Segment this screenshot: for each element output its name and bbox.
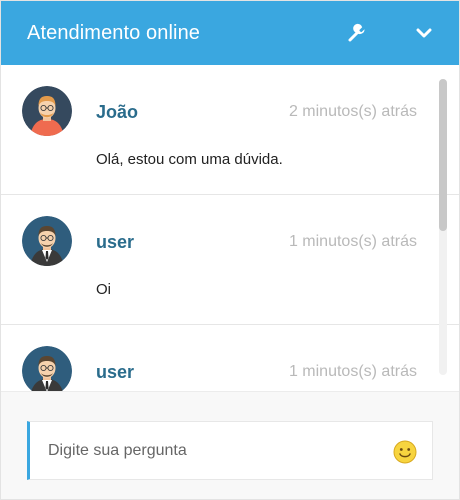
message-sender: user bbox=[96, 232, 135, 252]
message-sender: João bbox=[96, 102, 139, 122]
scrollbar-thumb[interactable] bbox=[439, 79, 447, 231]
composer-box bbox=[27, 421, 433, 480]
composer-area bbox=[1, 391, 459, 499]
avatar bbox=[22, 86, 72, 136]
smiley-icon bbox=[393, 440, 417, 464]
question-input[interactable] bbox=[48, 422, 378, 479]
collapse-button[interactable] bbox=[411, 20, 437, 46]
chat-header: Atendimento online bbox=[1, 1, 459, 65]
message-text: Oi bbox=[96, 281, 111, 298]
message-text: Olá, estou com uma dúvida. bbox=[96, 151, 283, 168]
message-scrollbar[interactable] bbox=[439, 79, 447, 375]
message-time: 1 minutos(s) atrás bbox=[288, 363, 417, 380]
avatar bbox=[22, 216, 72, 266]
avatar bbox=[22, 346, 72, 391]
message-item: João 2 minutos(s) atrás Olá, estou com u… bbox=[1, 65, 459, 195]
message-sender: user bbox=[96, 362, 135, 382]
avatar-suit-icon bbox=[22, 346, 72, 391]
message-time: 1 minutos(s) atrás bbox=[288, 233, 417, 250]
emoji-button[interactable] bbox=[393, 440, 417, 464]
wrench-icon bbox=[348, 23, 365, 42]
message-list[interactable]: João 2 minutos(s) atrás Olá, estou com u… bbox=[1, 65, 459, 391]
message-item: user 1 minutos(s) atrás Oi bbox=[1, 195, 459, 325]
chat-title: Atendimento online bbox=[27, 22, 201, 44]
avatar-orange-shirt-icon bbox=[22, 86, 72, 136]
message-time: 2 minutos(s) atrás bbox=[288, 103, 417, 120]
chevron-down-icon bbox=[416, 28, 432, 38]
message-item: user 1 minutos(s) atrás bbox=[1, 325, 459, 391]
chat-widget: Atendimento online João 2 minutos(s) atr… bbox=[0, 0, 460, 500]
avatar-suit-icon bbox=[22, 216, 72, 266]
settings-button[interactable] bbox=[344, 20, 370, 46]
